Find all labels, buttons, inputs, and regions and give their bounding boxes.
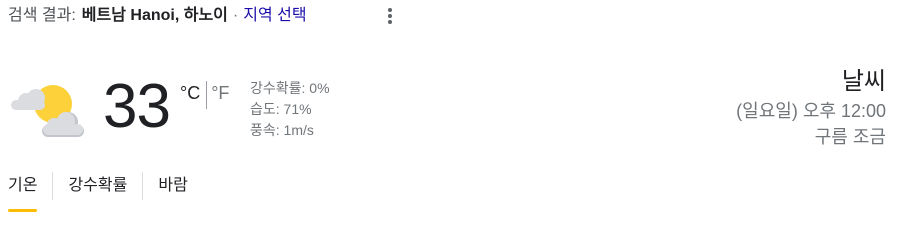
- tab-wind[interactable]: 바람: [158, 170, 187, 212]
- search-location-header: 검색 결과: 베트남 Hanoi, 하노이 · 지역 선택: [8, 4, 307, 28]
- wind-speed: 풍속: 1m/s: [250, 122, 314, 138]
- weather-summary: 날씨 (일요일) 오후 12:00 구름 조금: [736, 66, 886, 150]
- partly-cloudy-icon: [11, 85, 84, 137]
- unit-divider: [206, 81, 208, 109]
- header-separator: ·: [232, 7, 239, 24]
- fahrenheit-unit[interactable]: °F: [211, 81, 229, 105]
- tab-temperature[interactable]: 기온: [8, 170, 38, 212]
- location-name: 베트남 Hanoi, 하노이: [81, 7, 228, 24]
- weather-tabs: 기온 강수확률 바람: [8, 170, 188, 212]
- more-vert-icon: [388, 8, 392, 24]
- unit-toggle: °C °F: [180, 81, 229, 109]
- current-temperature: 33: [103, 72, 171, 141]
- weather-condition: 구름 조금: [814, 127, 886, 147]
- weather-card: 검색 결과: 베트남 Hanoi, 하노이 · 지역 선택 33 °C °F 강…: [0, 0, 900, 244]
- tab-divider: [142, 172, 144, 200]
- header-prefix: 검색 결과:: [8, 7, 76, 24]
- weather-title: 날씨: [841, 68, 886, 95]
- tab-precipitation[interactable]: 강수확률: [68, 170, 127, 212]
- select-location-link[interactable]: 지역 선택: [243, 4, 306, 28]
- tab-divider: [52, 172, 54, 200]
- weather-details: 강수확률: 0% 습도: 71% 풍속: 1m/s: [250, 78, 330, 141]
- weather-datetime: (일요일) 오후 12:00: [736, 101, 886, 121]
- more-options-button[interactable]: [378, 5, 402, 27]
- humidity: 습도: 71%: [250, 101, 312, 117]
- celsius-unit[interactable]: °C: [180, 81, 200, 105]
- precipitation-chance: 강수확률: 0%: [250, 80, 330, 96]
